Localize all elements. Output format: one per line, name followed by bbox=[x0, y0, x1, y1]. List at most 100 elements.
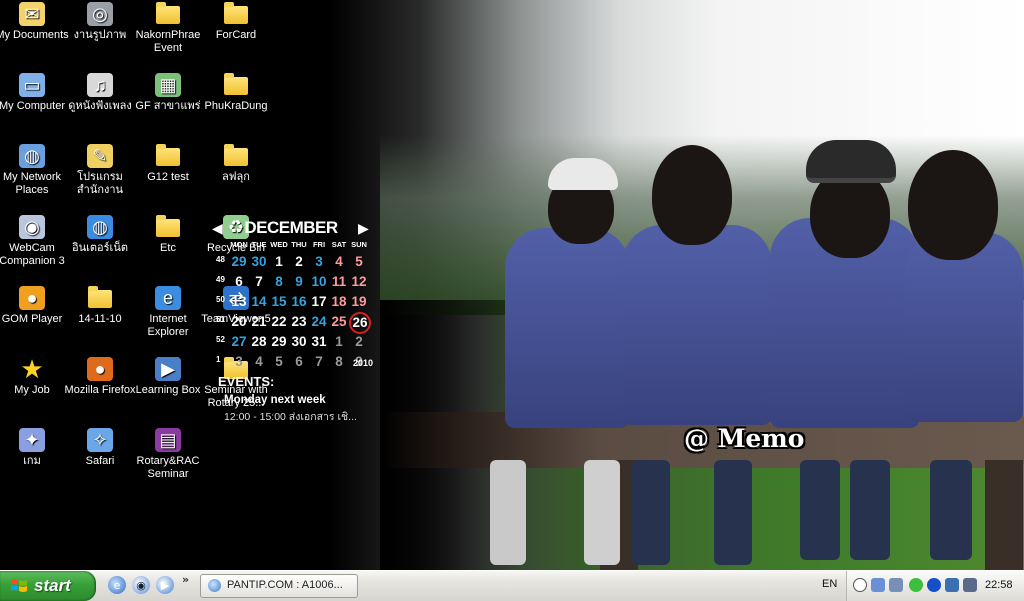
calendar-day[interactable]: 15 bbox=[269, 292, 289, 312]
calendar-day[interactable]: 30 bbox=[249, 252, 269, 272]
desktop-icon[interactable]: Etc bbox=[131, 215, 205, 255]
folder-icon bbox=[156, 2, 180, 24]
desktop-icon-label: My Job bbox=[14, 384, 50, 396]
desktop-icon[interactable]: ForCard bbox=[199, 2, 273, 42]
event-time[interactable]: 12:00 - 15:00 ส่งเอกสาร เชิ... bbox=[224, 408, 357, 425]
calendar-weekday: SUN bbox=[351, 240, 367, 249]
calendar-day[interactable]: 25 bbox=[329, 312, 349, 332]
quick-launch-more-icon[interactable]: » bbox=[182, 573, 189, 586]
volume-icon[interactable] bbox=[963, 578, 977, 592]
calendar-day[interactable]: 10 bbox=[309, 272, 329, 292]
calendar-day[interactable]: 19 bbox=[349, 292, 369, 312]
start-button[interactable]: start bbox=[0, 571, 96, 601]
network-icon[interactable] bbox=[889, 578, 903, 592]
desktop-icon-label: GOM Player bbox=[1, 313, 63, 325]
desktop-icon[interactable]: ★ My Job bbox=[0, 353, 69, 397]
desktop-icon-label: อินเตอร์เน็ต bbox=[72, 242, 128, 254]
desktop-icon[interactable]: ♫ ดูหนังฟังเพลง bbox=[63, 73, 137, 113]
calendar-day[interactable]: 6 bbox=[229, 272, 249, 292]
desktop-icon[interactable]: ◉ WebCam Companion 3 bbox=[0, 215, 69, 268]
calendar-week-number: 1 bbox=[216, 355, 221, 364]
calendar-day[interactable]: 1 bbox=[329, 332, 349, 352]
desktop-icon[interactable]: ▶ Learning Box bbox=[131, 357, 205, 397]
calendar-weekday: WED bbox=[270, 240, 288, 249]
calendar-day[interactable]: 29 bbox=[269, 332, 289, 352]
calendar-day[interactable]: 14 bbox=[249, 292, 269, 312]
star-icon: ★ bbox=[20, 353, 44, 384]
calendar-day[interactable]: 3 bbox=[229, 352, 249, 372]
calendar-day[interactable]: 26 bbox=[349, 312, 371, 334]
desktop-icon[interactable]: ✧ Safari bbox=[63, 428, 137, 468]
calendar-day[interactable]: 29 bbox=[229, 252, 249, 272]
folder-shortcut-icon: ✎ bbox=[87, 144, 113, 168]
security-icon[interactable] bbox=[909, 578, 923, 592]
calendar-day[interactable]: 30 bbox=[289, 332, 309, 352]
calendar-day[interactable]: 18 bbox=[329, 292, 349, 312]
desktop-icon[interactable]: PhuKraDung bbox=[199, 73, 273, 113]
calendar-day[interactable]: 6 bbox=[289, 352, 309, 372]
calendar-day[interactable]: 31 bbox=[309, 332, 329, 352]
calendar-day[interactable]: 23 bbox=[289, 312, 309, 332]
calendar-day[interactable]: 7 bbox=[309, 352, 329, 372]
calendar-day[interactable]: 12 bbox=[349, 272, 369, 292]
desktop-icon[interactable]: ◎ งานรูปภาพ bbox=[63, 2, 137, 42]
calendar-week-number: 52 bbox=[216, 335, 225, 344]
calendar-day[interactable]: 28 bbox=[249, 332, 269, 352]
desktop-icon[interactable]: 14-11-10 bbox=[63, 286, 137, 326]
calendar-next-icon[interactable]: ▶ bbox=[358, 220, 369, 237]
calendar-day[interactable]: 9 bbox=[289, 272, 309, 292]
calendar-day[interactable]: 22 bbox=[269, 312, 289, 332]
desktop-icon[interactable]: G12 test bbox=[131, 144, 205, 184]
calendar-day[interactable]: 8 bbox=[329, 352, 349, 372]
desktop-icon[interactable]: ✎ โปรแกรมสำนักงาน bbox=[63, 144, 137, 197]
calendar-weekday: SAT bbox=[331, 240, 347, 249]
tray-expand-icon[interactable] bbox=[853, 578, 867, 592]
calendar-day[interactable]: 17 bbox=[309, 292, 329, 312]
calendar-day[interactable]: 11 bbox=[329, 272, 349, 292]
gamepad-icon: ✦ bbox=[19, 428, 45, 452]
event-name[interactable]: Monday next week bbox=[224, 394, 326, 406]
calendar-day[interactable]: 1 bbox=[269, 252, 289, 272]
calendar-day[interactable]: 4 bbox=[329, 252, 349, 272]
calendar-day[interactable]: 13 bbox=[229, 292, 249, 312]
calendar-day[interactable]: 27 bbox=[229, 332, 249, 352]
desktop-icon[interactable]: ✉ My Documents bbox=[0, 2, 69, 42]
calendar-day[interactable]: 16 bbox=[289, 292, 309, 312]
folder-icon bbox=[224, 2, 248, 24]
clock[interactable]: 22:58 bbox=[985, 579, 1013, 591]
calendar-day[interactable]: 21 bbox=[249, 312, 269, 332]
winrar-icon: ▤ bbox=[155, 428, 181, 452]
calendar-day[interactable]: 7 bbox=[249, 272, 269, 292]
calendar-day[interactable]: 2 bbox=[289, 252, 309, 272]
desktop-icon[interactable]: ลฟลุก bbox=[199, 144, 273, 184]
bluetooth-icon[interactable] bbox=[927, 578, 941, 592]
calendar-day[interactable]: 24 bbox=[309, 312, 329, 332]
desktop-icon[interactable]: ● Mozilla Firefox bbox=[63, 357, 137, 397]
desktop-icon[interactable]: ▤ Rotary&RAC Seminar bbox=[131, 428, 205, 481]
language-indicator[interactable]: EN bbox=[822, 578, 837, 590]
users-icon[interactable] bbox=[871, 578, 885, 592]
media-icon[interactable]: ◉ bbox=[132, 576, 150, 594]
ie-icon[interactable]: e bbox=[108, 576, 126, 594]
calendar-day[interactable]: 4 bbox=[249, 352, 269, 372]
calendar-day[interactable]: 5 bbox=[349, 252, 369, 272]
antivirus-icon[interactable] bbox=[945, 578, 959, 592]
play-icon[interactable]: ▶ bbox=[156, 576, 174, 594]
camera-icon: ◎ bbox=[87, 2, 113, 26]
desktop-icon[interactable]: ▦ GF สาขาแพร่ bbox=[131, 73, 205, 113]
taskbar: start e ◉ ▶ » PANTIP.COM : A1006... EN 2… bbox=[0, 570, 1024, 601]
calendar-day[interactable]: 3 bbox=[309, 252, 329, 272]
calendar-day[interactable]: 5 bbox=[269, 352, 289, 372]
calendar-day[interactable]: 8 bbox=[269, 272, 289, 292]
desktop-icon[interactable]: ◍ อินเตอร์เน็ต bbox=[63, 215, 137, 255]
desktop-icon[interactable]: ◍ My Network Places bbox=[0, 144, 69, 197]
calendar-day[interactable]: 20 bbox=[229, 312, 249, 332]
task-button-pantip[interactable]: PANTIP.COM : A1006... bbox=[200, 574, 358, 598]
desktop-icon[interactable]: ● GOM Player bbox=[0, 286, 69, 326]
desktop-icon[interactable]: ✦ เกม bbox=[0, 428, 69, 468]
desktop-icon[interactable]: e Internet Explorer bbox=[131, 286, 205, 339]
calendar-day[interactable]: 2 bbox=[349, 332, 369, 352]
desktop-icon[interactable]: NakornPhrae Event bbox=[131, 2, 205, 55]
desktop-icon[interactable]: ▭ My Computer bbox=[0, 73, 69, 113]
spreadsheet-icon: ▦ bbox=[155, 73, 181, 97]
